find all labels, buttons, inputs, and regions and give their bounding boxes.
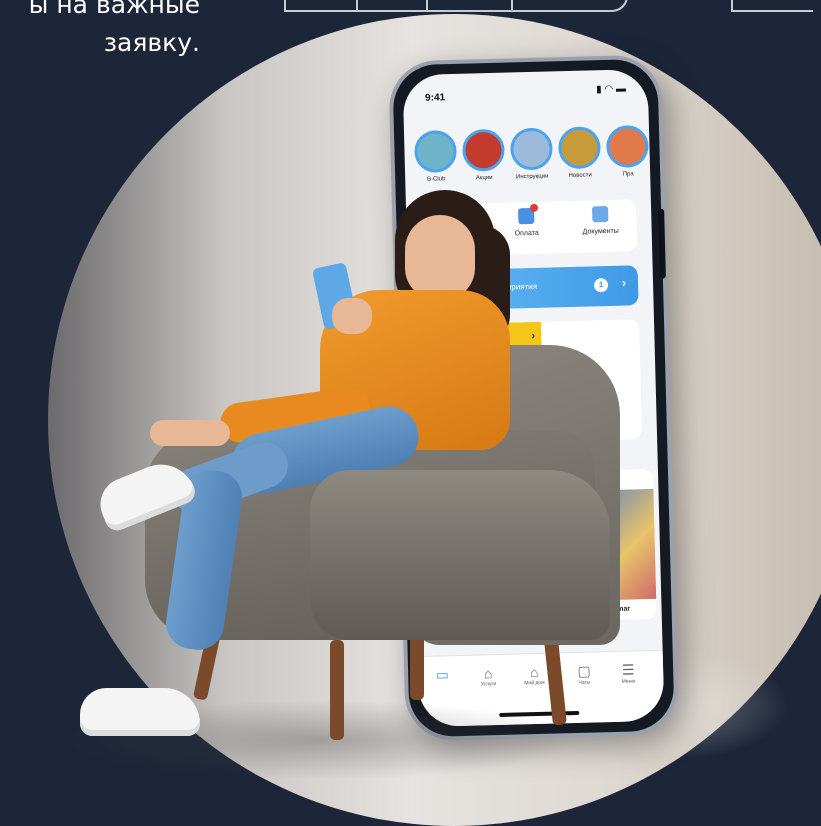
documents-label: Документы	[582, 227, 619, 236]
tab-home[interactable]: ▭	[422, 666, 462, 684]
story-item[interactable]: Новости	[557, 126, 602, 180]
chevron-right-icon: ›	[531, 329, 536, 343]
story-item[interactable]: Акции	[461, 128, 506, 182]
payment-button[interactable]: Оплата	[496, 203, 557, 238]
chevron-right-icon: ›	[621, 275, 627, 290]
story-avatar	[509, 127, 554, 171]
woman-face	[405, 215, 475, 300]
story-avatar	[461, 128, 506, 172]
story-avatar	[413, 129, 458, 174]
top-corner-outline	[731, 0, 813, 12]
story-item[interactable]: B-Club	[413, 129, 458, 183]
tab-services[interactable]: ⌂ Услуги	[468, 665, 509, 688]
intro-text: ы на важные заявку.	[0, 0, 200, 62]
tab-divider	[511, 0, 513, 10]
sneaker	[80, 688, 200, 736]
story-label: Новости	[568, 172, 592, 180]
services-icon: ⌂	[483, 665, 493, 682]
payment-label: Оплата	[514, 229, 539, 238]
tab-label: Услуги	[480, 681, 497, 688]
documents-button[interactable]: Документы	[570, 205, 631, 236]
document-icon	[592, 205, 609, 223]
chat-icon: ▢	[577, 662, 591, 679]
story-item[interactable]: Пра	[605, 124, 649, 178]
status-icons: ▮ ◠ ▬	[596, 83, 627, 96]
woman-hand-on-armrest	[150, 420, 230, 446]
armchair-arm	[310, 470, 610, 640]
story-label: Акции	[475, 174, 493, 182]
intro-line-1: ы на важные	[28, 0, 200, 19]
story-label: Инструкции	[515, 173, 549, 181]
intro-line-2: заявку.	[103, 28, 200, 57]
tab-divider	[426, 0, 428, 10]
home-active-icon: ▭	[435, 666, 450, 683]
menu-icon: ☰	[621, 661, 635, 678]
tab-menu[interactable]: ☰ Меню	[608, 661, 649, 685]
woman-hand	[332, 298, 372, 334]
tab-label: Меню	[621, 678, 636, 685]
chair-leg	[330, 640, 344, 740]
story-label: B-Club	[426, 176, 446, 183]
story-label: Пра	[622, 171, 634, 178]
tab-label: Чаты	[578, 679, 591, 686]
top-tab-outline	[284, 0, 628, 12]
events-count-badge: 1	[593, 278, 609, 293]
chair-leg	[410, 630, 424, 700]
story-item[interactable]: Инструкции	[509, 127, 554, 181]
story-avatar	[557, 126, 602, 170]
phone-side-button	[658, 208, 666, 279]
payment-card-icon	[518, 203, 539, 225]
story-avatar	[605, 124, 649, 168]
tab-divider	[356, 0, 358, 10]
notification-badge	[529, 203, 539, 213]
status-time: 9:41	[424, 92, 446, 104]
tab-chats[interactable]: ▢ Чаты	[564, 662, 605, 686]
